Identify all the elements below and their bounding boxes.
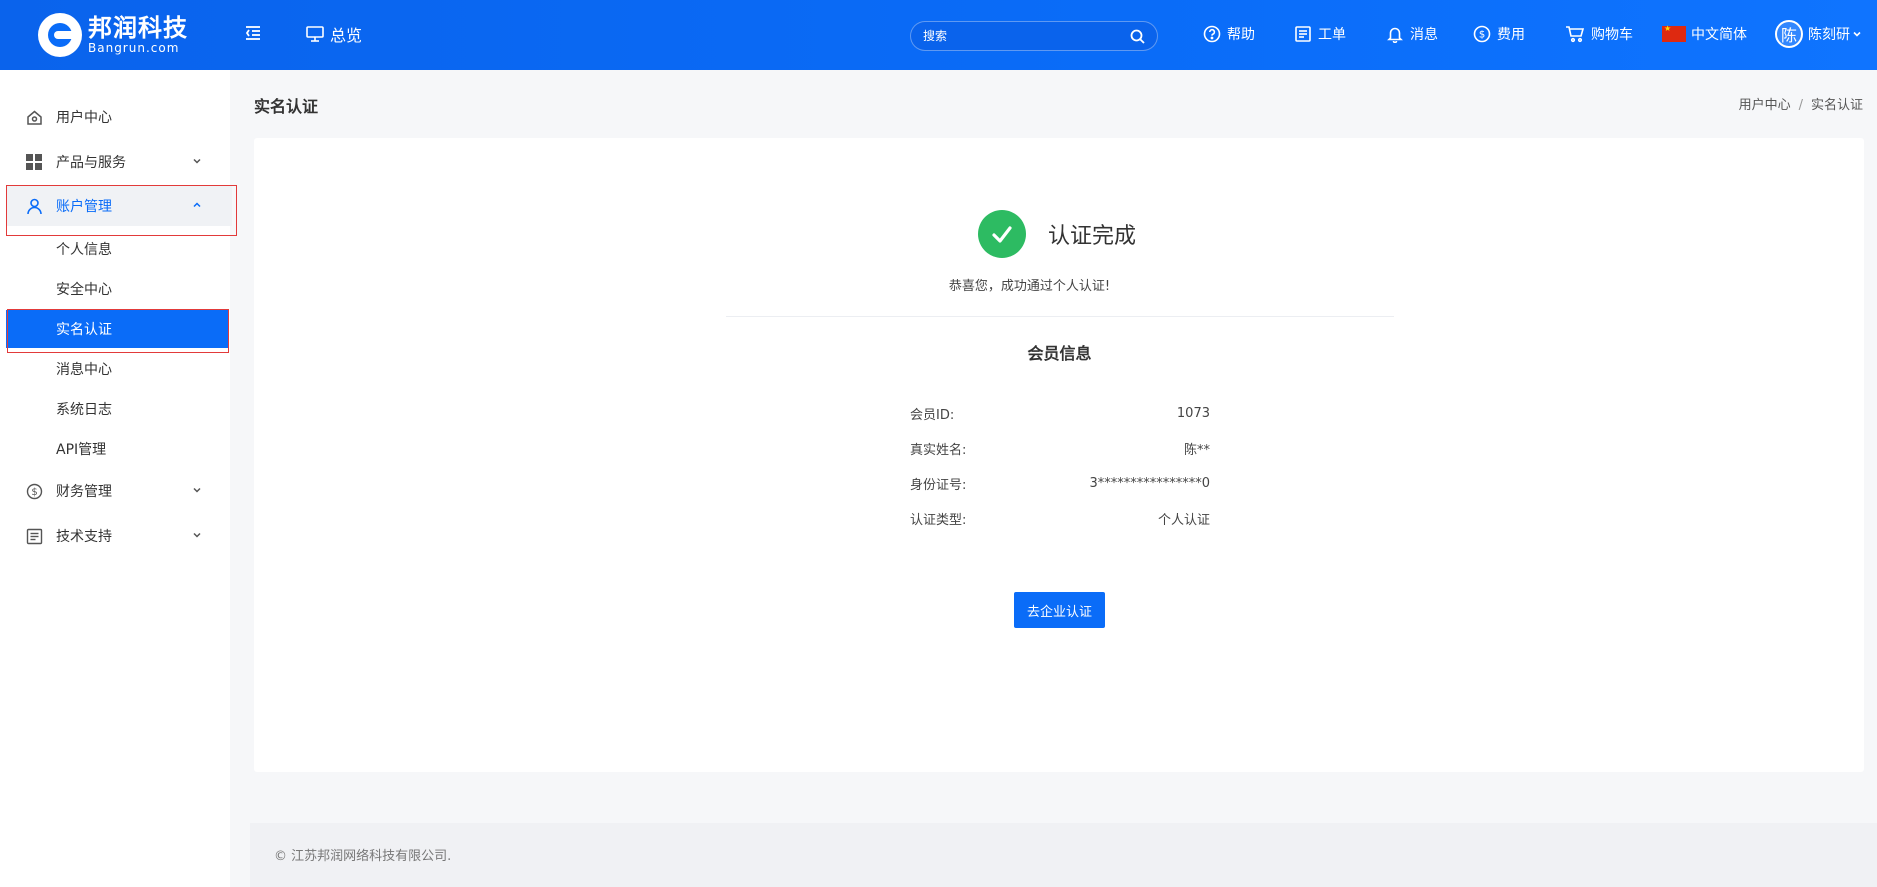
sidebar-item-label: 账户管理 bbox=[56, 199, 112, 215]
sidebar-subitem-label: API管理 bbox=[56, 442, 107, 458]
footer: © 江苏邦润网络科技有限公司. bbox=[250, 823, 1877, 887]
svg-text:$: $ bbox=[1479, 30, 1485, 41]
logo-name: 邦润科技 bbox=[88, 14, 188, 42]
ticket-link[interactable]: 工单 bbox=[1294, 24, 1346, 44]
info-value: 1073 bbox=[1176, 405, 1210, 421]
breadcrumb-current: 实名认证 bbox=[1810, 98, 1863, 113]
chevron-up-icon bbox=[193, 202, 201, 208]
info-value: 3****************0 bbox=[1089, 475, 1210, 491]
info-value: 个人认证 bbox=[1157, 512, 1210, 528]
info-row-real-name: 真实姓名: 陈** bbox=[910, 438, 1210, 458]
top-header: 邦润科技 Bangrun.com 总览 帮助 工单 bbox=[0, 0, 1877, 70]
sidebar-item-products[interactable]: 产品与服务 bbox=[0, 142, 230, 182]
enterprise-verify-button[interactable]: 去企业认证 bbox=[1014, 592, 1105, 628]
overview-label: 总览 bbox=[330, 26, 363, 45]
cart-icon bbox=[1566, 26, 1585, 43]
info-row-cert-type: 认证类型: 个人认证 bbox=[910, 508, 1210, 528]
billing-link[interactable]: $ 费用 bbox=[1473, 24, 1525, 44]
divider bbox=[726, 316, 1394, 317]
search-input[interactable] bbox=[923, 29, 1130, 43]
avatar: 陈 bbox=[1775, 20, 1803, 48]
member-info-title: 会员信息 bbox=[1027, 344, 1092, 363]
language-switch[interactable]: 中文简体 bbox=[1662, 24, 1747, 44]
ticket-label: 工单 bbox=[1318, 27, 1346, 43]
logo-domain: Bangrun.com bbox=[88, 41, 180, 55]
search-icon[interactable] bbox=[1130, 29, 1145, 44]
logo-icon bbox=[38, 13, 82, 57]
info-label: 身份证号: bbox=[910, 477, 967, 493]
sidebar-item-label: 技术支持 bbox=[56, 529, 112, 545]
sidebar-item-label: 财务管理 bbox=[56, 484, 112, 500]
user-name: 陈刻研 bbox=[1808, 27, 1850, 43]
language-label: 中文简体 bbox=[1691, 27, 1747, 43]
sidebar-item-user-center[interactable]: 用户中心 bbox=[0, 97, 230, 137]
sidebar-item-label: 用户中心 bbox=[56, 110, 112, 126]
document-icon bbox=[25, 527, 43, 545]
cart-link[interactable]: 购物车 bbox=[1565, 24, 1633, 44]
search-box[interactable] bbox=[910, 21, 1158, 51]
svg-text:$: $ bbox=[31, 487, 37, 498]
info-label: 认证类型: bbox=[910, 512, 967, 528]
help-link[interactable]: 帮助 bbox=[1203, 24, 1255, 44]
dollar-icon: $ bbox=[25, 482, 43, 500]
sidebar: 用户中心 产品与服务 账户管理 个人信息 安全中心 实名认证 消息中心 系统日志… bbox=[0, 70, 237, 887]
sidebar-item-account[interactable]: 账户管理 bbox=[6, 186, 232, 226]
china-flag-icon bbox=[1662, 24, 1686, 42]
sidebar-subitem-label: 实名认证 bbox=[56, 322, 112, 338]
status-header: 认证完成 bbox=[978, 210, 1136, 258]
help-icon bbox=[1203, 25, 1221, 43]
info-row-member-id: 会员ID: 1073 bbox=[910, 403, 1210, 423]
sidebar-subitem-logs[interactable]: 系统日志 bbox=[0, 390, 230, 428]
info-label: 会员ID: bbox=[910, 407, 955, 423]
sidebar-item-support[interactable]: 技术支持 bbox=[0, 516, 230, 556]
page-title: 实名认证 bbox=[254, 97, 319, 116]
info-row-id-number: 身份证号: 3****************0 bbox=[910, 473, 1210, 493]
logo[interactable]: 邦润科技 Bangrun.com bbox=[38, 12, 188, 58]
user-icon bbox=[25, 197, 43, 215]
monitor-icon bbox=[306, 26, 324, 42]
chevron-down-icon bbox=[1853, 31, 1861, 37]
ticket-icon bbox=[1295, 26, 1311, 42]
billing-label: 费用 bbox=[1497, 27, 1525, 43]
sidebar-subitem-api[interactable]: API管理 bbox=[0, 430, 230, 468]
sidebar-subitem-label: 系统日志 bbox=[56, 402, 112, 418]
sidebar-subitem-label: 个人信息 bbox=[56, 242, 112, 258]
home-icon bbox=[25, 108, 43, 126]
bell-icon bbox=[1387, 27, 1403, 43]
overview-link[interactable]: 总览 bbox=[306, 22, 362, 46]
breadcrumb-link-user-center[interactable]: 用户中心 bbox=[1739, 98, 1791, 113]
check-circle-icon bbox=[978, 210, 1026, 258]
breadcrumb: 用户中心 / 实名认证 bbox=[1739, 94, 1863, 113]
sidebar-item-label: 产品与服务 bbox=[56, 155, 126, 171]
menu-toggle-icon[interactable] bbox=[244, 24, 264, 44]
breadcrumb-separator: / bbox=[1798, 98, 1803, 113]
copyright: © 江苏邦润网络科技有限公司. bbox=[274, 849, 452, 864]
chevron-down-icon bbox=[193, 158, 201, 164]
help-label: 帮助 bbox=[1227, 27, 1255, 43]
grid-icon bbox=[25, 153, 43, 171]
status-description: 恭喜您，成功通过个人认证! bbox=[948, 279, 1111, 294]
sidebar-subitem-profile[interactable]: 个人信息 bbox=[0, 230, 230, 268]
user-menu[interactable]: 陈 陈刻研 bbox=[1775, 20, 1868, 48]
info-value: 陈** bbox=[1183, 442, 1210, 458]
chevron-down-icon bbox=[193, 532, 201, 538]
messages-label: 消息 bbox=[1410, 27, 1438, 43]
dollar-icon: $ bbox=[1473, 25, 1491, 43]
sidebar-item-finance[interactable]: $ 财务管理 bbox=[0, 471, 230, 511]
messages-link[interactable]: 消息 bbox=[1386, 24, 1438, 44]
status-title: 认证完成 bbox=[1048, 224, 1137, 249]
info-label: 真实姓名: bbox=[910, 442, 967, 458]
chevron-down-icon bbox=[193, 487, 201, 493]
cart-label: 购物车 bbox=[1591, 27, 1633, 43]
